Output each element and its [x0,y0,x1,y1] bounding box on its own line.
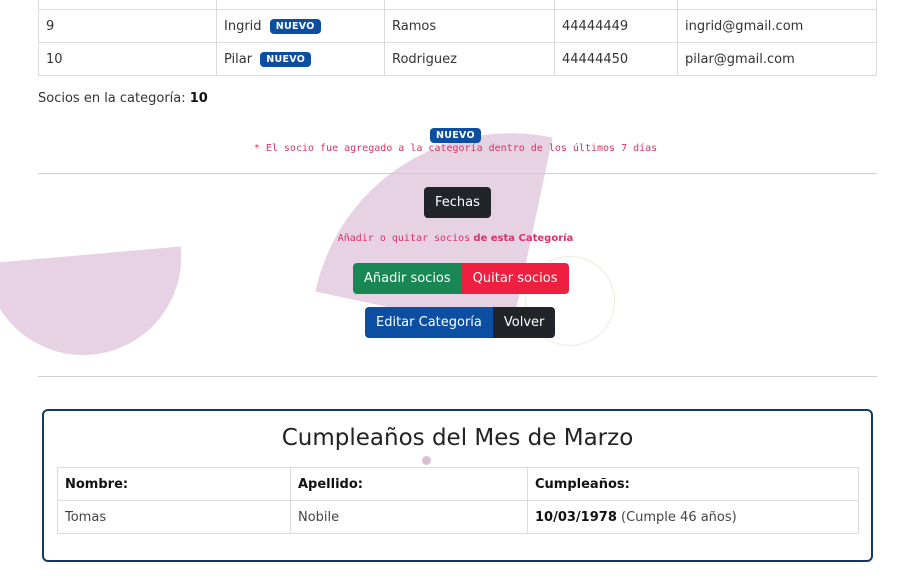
birthdays-table: Nombre: Apellido: Cumpleaños: Tomas Nobi… [57,467,859,534]
member-dni: 44444449 [554,9,678,43]
add-members-button[interactable]: Añadir socios [353,263,462,294]
table-row: 9 Ingrid NUEVO Ramos 44444449 ingrid@gma… [38,9,877,43]
divider [38,173,877,174]
add-remove-note-text: Añadir o quitar socios [337,233,471,244]
birthday-date: 10/03/1978 [535,509,617,525]
edit-category-button[interactable]: Editar Categoría [365,307,493,338]
member-name-cell: Pilar NUEVO [216,42,385,76]
header-name: Nombre: [57,467,291,501]
table-header-row: Nombre: Apellido: Cumpleaños: [57,467,859,501]
table-row: Tomas Nobile 10/03/1978 (Cumple 46 años) [57,500,859,534]
legend-badge: NUEVO [430,124,481,143]
members-count: Socios en la categoría: 10 [38,91,208,106]
members-table: 9 Ingrid NUEVO Ramos 44444449 ingrid@gma… [38,0,877,76]
edit-back-button-group: Editar Categoría Volver [365,307,556,338]
add-remove-button-group: Añadir socios Quitar socios [353,263,569,294]
birthday-name: Tomas [57,500,291,534]
new-badge: NUEVO [269,18,321,34]
birthdays-card: Cumpleaños del Mes de Marzo Nombre: Apel… [42,409,873,562]
decorative-half-circle [0,246,190,364]
new-badge: NUEVO [260,51,312,67]
member-number: 10 [38,42,217,76]
back-button[interactable]: Volver [492,307,556,338]
remove-members-button[interactable]: Quitar socios [461,263,569,294]
member-dni: 44444450 [554,42,678,76]
member-number: 9 [38,9,217,43]
header-birthday: Cumpleaños: [527,467,859,501]
add-remove-note-bold: de esta Categoría [473,233,574,244]
fechas-button[interactable]: Fechas [424,187,491,218]
birthdays-title: Cumpleaños del Mes de Marzo [281,425,634,451]
table-row-partial [38,0,877,10]
birthday-age: (Cumple 46 años) [621,509,737,525]
new-badge-legend: NUEVO [430,128,481,143]
fechas-button-wrap: Fechas [424,187,491,218]
table-row: 10 Pilar NUEVO Rodriguez 44444450 pilar@… [38,42,877,76]
header-surname: Apellido: [290,467,528,501]
member-name-cell: Ingrid NUEVO [216,9,385,43]
member-name: Ingrid [224,18,262,34]
member-surname: Rodriguez [384,42,555,76]
birthday-date-cell: 10/03/1978 (Cumple 46 años) [527,500,859,534]
decorative-dot [422,456,431,465]
member-name: Pilar [224,51,253,67]
member-surname: Ramos [384,9,555,43]
divider [38,376,877,377]
member-email: pilar@gmail.com [677,42,877,76]
new-member-note: * El socio fue agregado a la categoría d… [253,143,658,154]
members-count-value: 10 [189,91,208,106]
members-count-label: Socios en la categoría: [38,91,186,106]
birthday-surname: Nobile [290,500,528,534]
add-remove-note: Añadir o quitar socios de esta Categoría [0,233,911,244]
member-email: ingrid@gmail.com [677,9,877,43]
